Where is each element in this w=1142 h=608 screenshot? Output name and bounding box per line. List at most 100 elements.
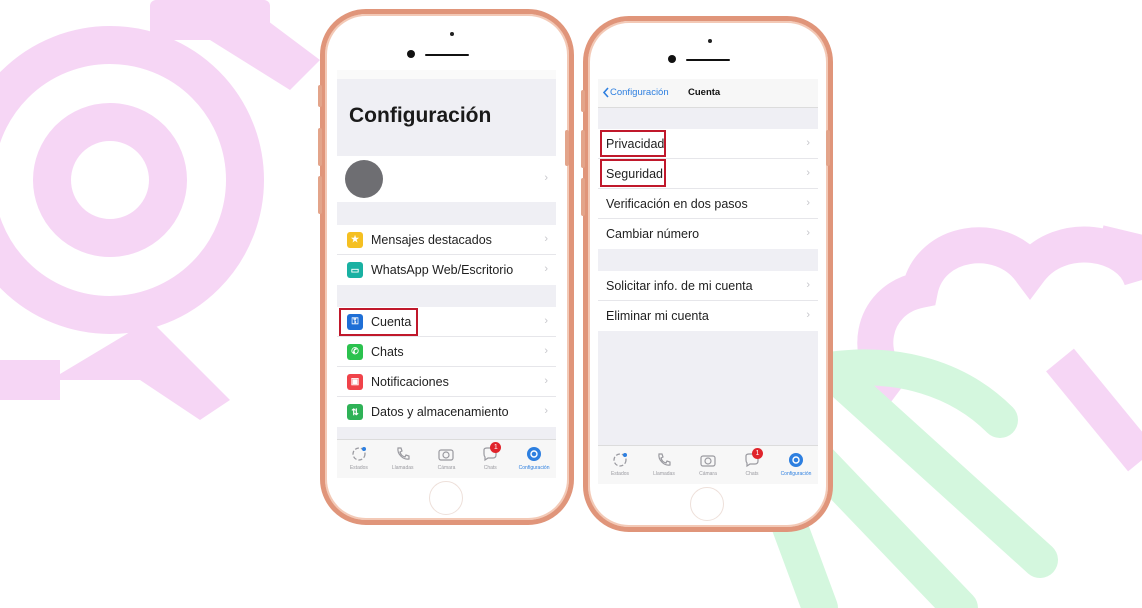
volume-up-button	[318, 128, 322, 166]
camera-icon	[699, 451, 717, 469]
page-title: Configuración	[349, 104, 492, 127]
menu-item-label: Cambiar número	[606, 227, 700, 241]
chevron-right-icon: ›	[544, 172, 548, 184]
status-icon	[350, 445, 368, 463]
menu-item-datos[interactable]: ⇅ Datos y almacenamiento ›	[337, 397, 556, 427]
phone-icon	[394, 445, 412, 463]
phone-frame-right: Configuración Cuenta Privacidad › Seguri…	[583, 16, 833, 532]
chevron-right-icon: ›	[544, 345, 548, 357]
volume-down-button	[581, 178, 585, 216]
chevron-right-icon: ›	[806, 227, 810, 239]
whatsapp-icon: ✆	[347, 343, 363, 360]
tab-llamadas[interactable]: Llamadas	[644, 446, 684, 477]
front-camera	[708, 39, 712, 43]
phone-top-bezel	[588, 21, 828, 79]
tab-label: Chats	[483, 465, 497, 471]
menu-item-label: WhatsApp Web/Escritorio	[371, 263, 514, 277]
chevron-right-icon: ›	[806, 167, 810, 179]
laptop-icon: ▭	[347, 262, 363, 278]
volume-up-button	[581, 130, 585, 168]
menu-item-label: Chats	[371, 344, 404, 359]
menu-item-cambiar-numero[interactable]: Cambiar número ›	[598, 219, 818, 249]
menu-item-mensajes-destacados[interactable]: ★ Mensajes destacados ›	[337, 225, 556, 255]
tab-label: Estados	[610, 471, 630, 477]
back-button[interactable]: Configuración	[602, 87, 669, 98]
home-button[interactable]	[429, 481, 463, 515]
profile-row[interactable]: ›	[337, 156, 556, 202]
chevron-right-icon: ›	[544, 315, 548, 327]
menu-item-label: Datos y almacenamiento	[371, 405, 509, 419]
menu-item-label: Eliminar mi cuenta	[606, 309, 709, 323]
tab-label: Cámara	[437, 465, 456, 471]
tab-configuracion[interactable]: Configuración	[514, 440, 554, 471]
phone-icon	[655, 451, 673, 469]
navigation-bar: Configuración Cuenta	[598, 79, 818, 108]
mute-switch	[581, 90, 585, 112]
proximity-sensor	[668, 55, 676, 63]
chevron-right-icon: ›	[806, 279, 810, 291]
tab-label: Llamadas	[653, 471, 675, 477]
settings-icon	[787, 451, 805, 469]
chevron-right-icon: ›	[806, 309, 810, 321]
earpiece-speaker	[425, 54, 469, 56]
chevron-right-icon: ›	[806, 137, 810, 149]
menu-item-whatsapp-web[interactable]: ▭ WhatsApp Web/Escritorio ›	[337, 255, 556, 285]
chevron-right-icon: ›	[544, 233, 548, 245]
page-title: Cuenta	[688, 87, 721, 98]
settings-group-1: ★ Mensajes destacados › ▭ WhatsApp Web/E…	[337, 225, 556, 285]
account-screen: Configuración Cuenta Privacidad › Seguri…	[598, 79, 818, 484]
tab-label: Configuración	[518, 465, 550, 471]
back-label: Configuración	[610, 87, 669, 98]
tab-label: Cámara	[699, 471, 717, 477]
unread-badge: 1	[490, 442, 502, 453]
settings-screen: Configuración › ★ Mensajes destacados › …	[337, 70, 556, 478]
menu-item-label: Notificaciones	[371, 374, 449, 389]
menu-item-solicitar-info[interactable]: Solicitar info. de mi cuenta ›	[598, 271, 818, 301]
menu-item-label: Verificación en dos pasos	[606, 196, 748, 211]
status-bar	[337, 70, 556, 79]
data-icon: ⇅	[347, 404, 363, 420]
chevron-right-icon: ›	[544, 375, 548, 387]
highlight-box-privacidad	[600, 130, 666, 157]
status-icon	[611, 451, 629, 469]
tab-bar: Estados Llamadas Cámara 1 Chats Configur…	[337, 439, 556, 478]
tab-configuracion[interactable]: Configuración	[776, 446, 816, 477]
power-button	[565, 130, 569, 166]
chevron-right-icon: ›	[806, 197, 810, 209]
tab-estados[interactable]: Estados	[600, 446, 640, 477]
tab-chats[interactable]: 1 Chats	[470, 440, 510, 471]
chevron-right-icon: ›	[544, 405, 548, 417]
tab-camara[interactable]: Cámara	[688, 446, 728, 477]
menu-item-label: Solicitar info. de mi cuenta	[606, 278, 753, 293]
tab-bar: Estados Llamadas Cámara 1 Chats Configur…	[598, 445, 818, 484]
phone-top-bezel	[325, 14, 569, 72]
menu-item-notificaciones[interactable]: ▣ Notificaciones ›	[337, 367, 556, 397]
notification-icon: ▣	[347, 373, 363, 390]
account-group-2: Solicitar info. de mi cuenta › Eliminar …	[598, 271, 818, 331]
tab-camara[interactable]: Cámara	[426, 440, 466, 471]
chevron-right-icon: ›	[544, 263, 548, 275]
tab-llamadas[interactable]: Llamadas	[383, 440, 423, 471]
tab-label: Configuración	[780, 471, 812, 477]
settings-icon	[525, 445, 543, 463]
tab-label: Llamadas	[391, 465, 414, 471]
proximity-sensor	[407, 50, 415, 58]
camera-icon	[437, 445, 455, 463]
tab-chats[interactable]: 1 Chats	[732, 446, 772, 477]
menu-item-label: Mensajes destacados	[371, 232, 492, 247]
menu-item-chats[interactable]: ✆ Chats ›	[337, 337, 556, 367]
star-icon: ★	[347, 231, 363, 248]
profile-group: ›	[337, 156, 556, 202]
chevron-left-icon	[602, 87, 609, 98]
unread-badge: 1	[752, 448, 763, 459]
menu-item-eliminar-cuenta[interactable]: Eliminar mi cuenta ›	[598, 301, 818, 331]
tab-label: Chats	[745, 471, 759, 477]
phone-frame-left: Configuración › ★ Mensajes destacados › …	[320, 9, 574, 525]
tab-estados[interactable]: Estados	[339, 440, 379, 471]
home-button[interactable]	[690, 487, 724, 521]
tab-label: Estados	[349, 465, 368, 471]
volume-down-button	[318, 176, 322, 214]
highlight-box-seguridad	[600, 159, 666, 187]
menu-item-verificacion[interactable]: Verificación en dos pasos ›	[598, 189, 818, 219]
mute-switch	[318, 85, 322, 107]
